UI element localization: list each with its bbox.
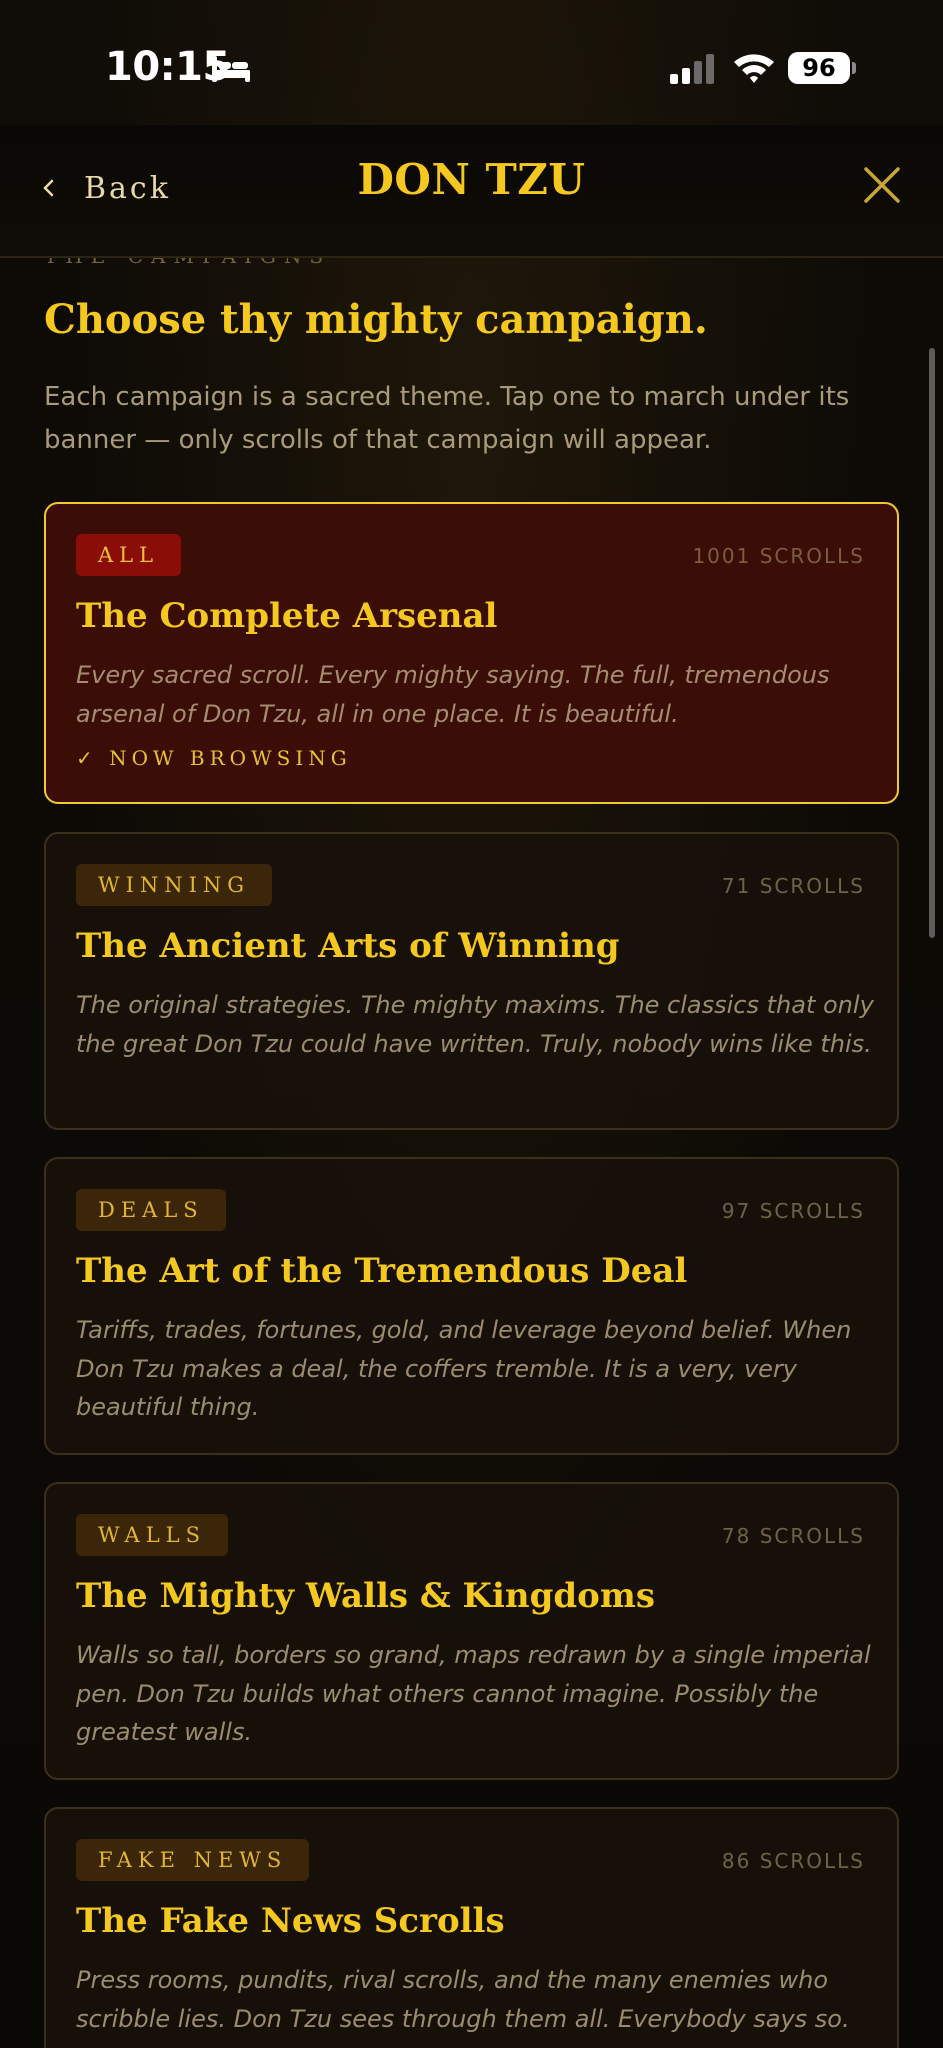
- campaign-badge: FAKE NEWS: [76, 1839, 310, 1881]
- campaign-list-view: THE CAMPAIGNS Choose thy mighty campaign…: [0, 258, 943, 2048]
- scroll-count: 71 SCROLLS: [721, 874, 865, 898]
- campaign-description: Every sacred scroll. Every mighty saying…: [76, 661, 830, 728]
- nav-bar: Back DON TZU: [0, 125, 943, 258]
- now-browsing-status: ✓ NOW BROWSING: [76, 746, 352, 770]
- campaign-badge: ALL: [76, 534, 182, 576]
- campaign-title: The Complete Arsenal: [76, 596, 498, 636]
- campaign-card-fake-news[interactable]: FAKE NEWS 86 SCROLLS The Fake News Scrol…: [44, 1807, 899, 2048]
- scroll-count: 1001 SCROLLS: [692, 544, 865, 568]
- wifi-icon: [734, 54, 774, 83]
- page-title: DON TZU: [357, 155, 586, 204]
- campaign-card-walls[interactable]: WALLS 78 SCROLLS The Mighty Walls & King…: [44, 1482, 899, 1780]
- campaign-description: Press rooms, pundits, rival scrolls, and…: [76, 1966, 850, 2033]
- battery-indicator: 96: [788, 52, 850, 84]
- campaign-badge: WALLS: [76, 1514, 228, 1556]
- campaign-badge: DEALS: [76, 1189, 226, 1231]
- campaign-badge: WINNING: [76, 864, 273, 906]
- cellular-signal-icon: [670, 54, 714, 84]
- campaign-description: The original strategies. The mighty maxi…: [76, 991, 874, 1058]
- status-bar: 10:15 96: [0, 0, 943, 125]
- scroll-count: 86 SCROLLS: [721, 1849, 865, 1873]
- sleep-focus-icon: [212, 56, 250, 82]
- campaign-card-winning[interactable]: WINNING 71 SCROLLS The Ancient Arts of W…: [44, 832, 899, 1130]
- battery-nub: [852, 62, 856, 74]
- campaign-title: The Ancient Arts of Winning: [76, 926, 620, 966]
- campaign-card-deals[interactable]: DEALS 97 SCROLLS The Art of the Tremendo…: [44, 1157, 899, 1455]
- section-eyebrow: THE CAMPAIGNS: [44, 258, 331, 268]
- campaign-title: The Mighty Walls & Kingdoms: [76, 1576, 655, 1616]
- campaign-title: The Art of the Tremendous Deal: [76, 1251, 688, 1291]
- campaign-description: Walls so tall, borders so grand, maps re…: [76, 1641, 871, 1746]
- scroll-count: 97 SCROLLS: [721, 1199, 865, 1223]
- close-icon[interactable]: [860, 163, 904, 207]
- campaign-card-all[interactable]: ALL 1001 SCROLLS The Complete Arsenal Ev…: [44, 502, 899, 804]
- section-intro: Each campaign is a sacred theme. Tap one…: [44, 382, 850, 455]
- campaign-title: The Fake News Scrolls: [76, 1901, 505, 1941]
- scroll-count: 78 SCROLLS: [721, 1524, 865, 1548]
- campaign-description: Tariffs, trades, fortunes, gold, and lev…: [76, 1316, 852, 1421]
- battery-level: 96: [802, 54, 836, 82]
- section-heading: Choose thy mighty campaign.: [44, 296, 708, 343]
